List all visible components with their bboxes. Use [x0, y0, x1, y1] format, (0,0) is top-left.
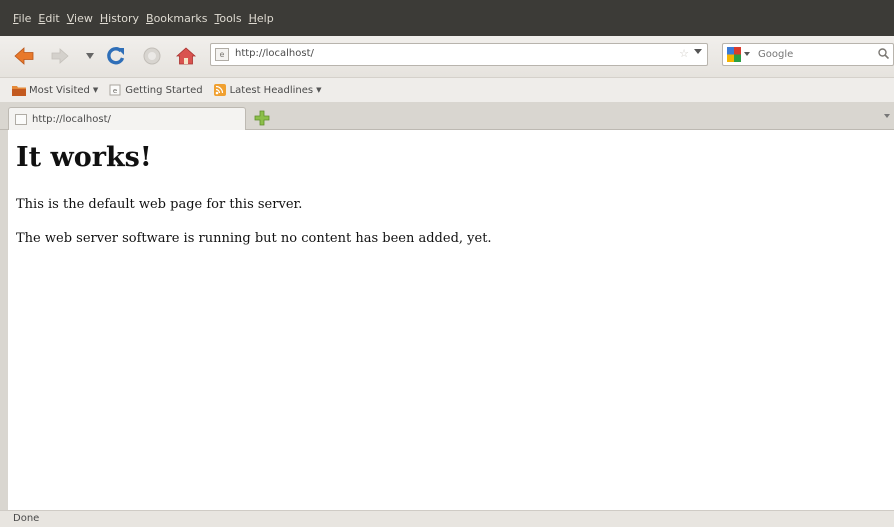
url-bar[interactable]: e http://localhost/ ☆ — [210, 43, 708, 66]
search-icon[interactable] — [878, 48, 889, 59]
menu-help[interactable]: Help — [249, 12, 274, 25]
bookmark-latest-headlines-label: Latest Headlines — [229, 84, 314, 96]
page-paragraph-2: The web server software is running but n… — [16, 231, 492, 246]
bookmark-most-visited-label: Most Visited — [29, 84, 90, 96]
folder-icon — [12, 86, 26, 96]
menu-edit[interactable]: Edit — [38, 12, 59, 25]
page-icon: e — [109, 84, 121, 96]
bookmark-most-visited[interactable]: Most Visited ▼ — [12, 84, 98, 96]
menu-file[interactable]: File — [13, 12, 31, 25]
menu-view[interactable]: View — [67, 12, 93, 25]
chevron-down-icon: ▼ — [92, 86, 99, 94]
menu-bar: File Edit View History Bookmarks Tools H… — [0, 0, 894, 36]
page-content: It works! This is the default web page f… — [0, 130, 894, 510]
stop-icon — [143, 47, 161, 65]
bookmark-latest-headlines[interactable]: Latest Headlines ▼ — [213, 84, 322, 96]
search-input[interactable] — [758, 47, 868, 62]
site-identity-icon[interactable]: e — [215, 48, 229, 61]
menu-tools[interactable]: Tools — [214, 12, 241, 25]
rss-icon — [213, 84, 226, 96]
tab-localhost[interactable]: http://localhost/ — [8, 107, 246, 130]
bookmarks-toolbar: Most Visited ▼ e Getting Started Latest … — [0, 78, 894, 102]
reload-icon — [107, 47, 125, 65]
history-dropdown-icon — [86, 53, 94, 59]
back-button[interactable] — [14, 46, 34, 66]
tab-title: http://localhost/ — [32, 113, 111, 125]
history-dropdown-button[interactable] — [80, 46, 100, 66]
forward-button[interactable] — [50, 46, 70, 66]
tab-strip: http://localhost/ — [0, 102, 894, 130]
back-icon — [14, 47, 34, 65]
home-button[interactable] — [176, 46, 196, 66]
reload-button[interactable] — [106, 46, 126, 66]
new-tab-icon[interactable] — [254, 110, 270, 126]
status-text: Done — [13, 513, 40, 524]
tab-list-icon[interactable] — [884, 114, 890, 118]
page-paragraph-1: This is the default web page for this se… — [16, 197, 303, 212]
search-engine-icon[interactable] — [727, 47, 741, 62]
search-engine-dropdown-icon[interactable] — [744, 52, 750, 56]
status-bar: Done — [0, 510, 894, 527]
bookmark-getting-started[interactable]: e Getting Started — [108, 84, 203, 96]
url-history-dropdown-icon[interactable] — [694, 49, 702, 54]
menu-bookmarks[interactable]: Bookmarks — [146, 12, 207, 25]
page-icon — [15, 113, 27, 125]
page-heading: It works! — [16, 142, 152, 173]
search-box — [722, 43, 894, 66]
stop-button[interactable] — [142, 46, 162, 66]
url-text[interactable]: http://localhost/ — [235, 48, 314, 59]
home-icon — [176, 47, 196, 65]
chevron-down-icon: ▼ — [316, 86, 322, 94]
bookmark-getting-started-label: Getting Started — [125, 84, 203, 96]
menu-history[interactable]: History — [100, 12, 139, 25]
bookmark-star-icon[interactable]: ☆ — [679, 47, 689, 60]
svg-text:e: e — [113, 87, 117, 95]
forward-icon — [51, 48, 69, 64]
